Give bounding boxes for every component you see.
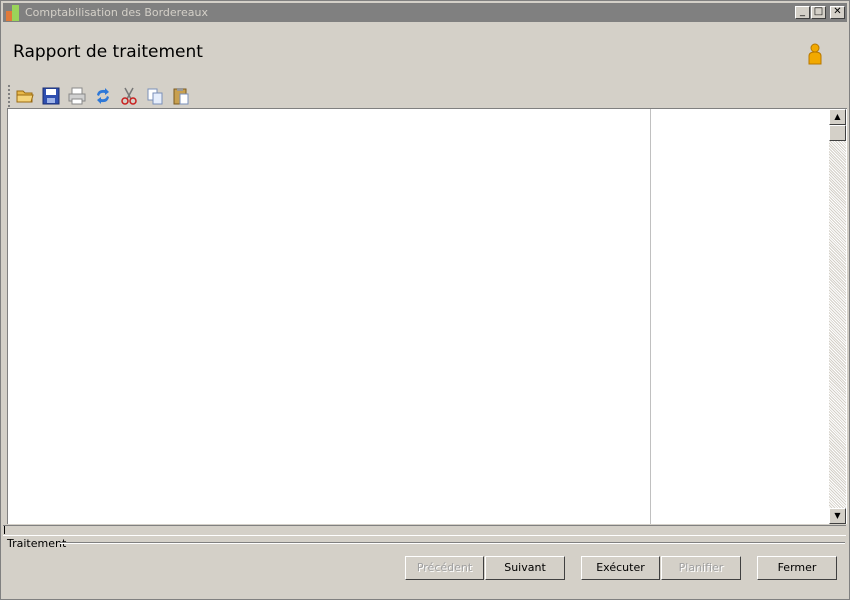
execute-button[interactable]: Exécuter <box>581 556 660 580</box>
close-button[interactable]: Fermer <box>757 556 837 580</box>
copy-icon[interactable] <box>145 86 165 106</box>
refresh-icon[interactable] <box>93 86 113 106</box>
scroll-down-button[interactable]: ▼ <box>829 508 846 524</box>
vertical-scrollbar[interactable]: ▲ ▼ <box>829 109 846 524</box>
open-folder-icon[interactable] <box>15 86 35 106</box>
window-title: Comptabilisation des Bordereaux <box>25 6 208 19</box>
save-icon[interactable] <box>41 86 61 106</box>
scroll-up-button[interactable]: ▲ <box>829 109 846 125</box>
close-window-button[interactable]: ✕ <box>830 6 845 19</box>
group-label: Traitement <box>7 537 67 550</box>
app-icon <box>6 5 22 21</box>
maximize-button[interactable]: □ <box>811 6 826 19</box>
next-button[interactable]: Suivant <box>485 556 565 580</box>
pane-splitter[interactable] <box>650 109 651 524</box>
page-title: Rapport de traitement <box>13 42 203 62</box>
cut-icon[interactable] <box>119 86 139 106</box>
title-bar[interactable]: Comptabilisation des Bordereaux _ □ ✕ <box>3 3 847 22</box>
group-divider <box>60 542 845 544</box>
report-panel[interactable]: ▲ ▼ <box>7 108 847 524</box>
schedule-button[interactable]: Planifier <box>661 556 741 580</box>
previous-button[interactable]: Précédent <box>405 556 484 580</box>
minimize-button[interactable]: _ <box>795 6 810 19</box>
print-icon[interactable] <box>67 86 87 106</box>
user-icon <box>808 43 822 65</box>
paste-icon[interactable] <box>171 86 191 106</box>
toolbar-grip[interactable] <box>8 85 12 107</box>
toolbar <box>8 85 208 107</box>
horizontal-splitter[interactable] <box>3 525 846 536</box>
scroll-thumb[interactable] <box>829 125 846 141</box>
